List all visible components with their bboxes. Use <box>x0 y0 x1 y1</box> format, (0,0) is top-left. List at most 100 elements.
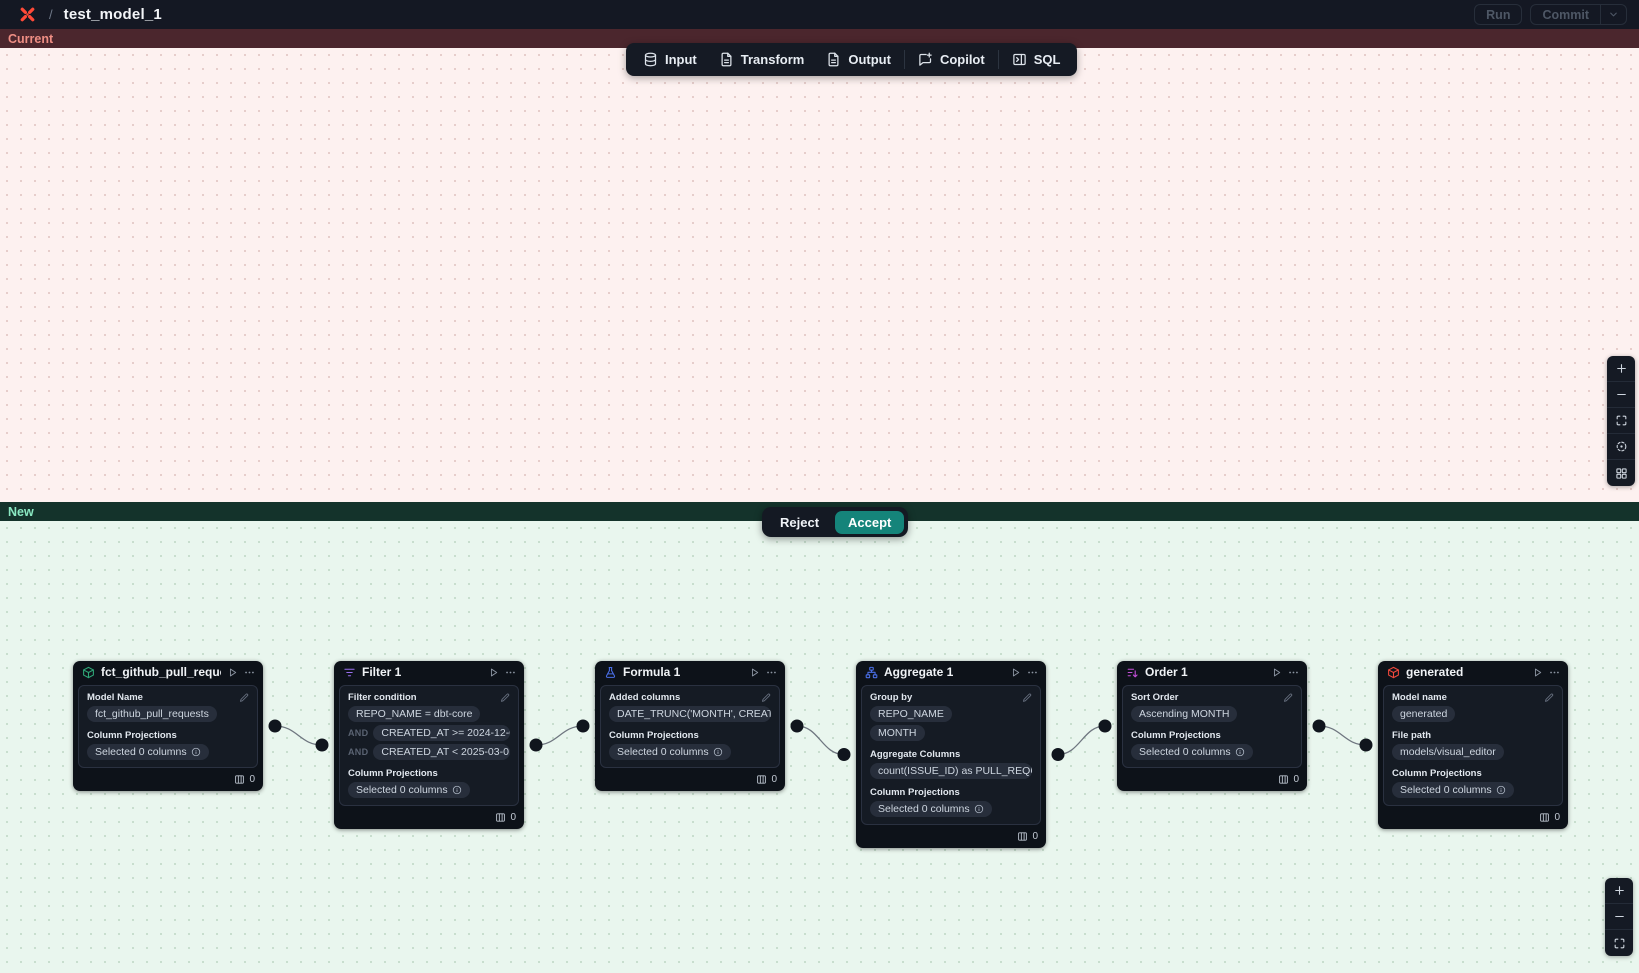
run-button[interactable]: Run <box>1474 4 1522 25</box>
zoom-out-icon <box>1615 388 1628 401</box>
value-pill: MONTH <box>870 725 925 741</box>
info-icon <box>713 747 723 757</box>
node-body: Sort OrderAscending MONTHColumn Projecti… <box>1122 685 1302 768</box>
node-field: File pathmodels/visual_editor <box>1392 730 1554 760</box>
value-pill: fct_github_pull_requests <box>87 706 217 722</box>
toolbar-input-button[interactable]: Input <box>632 43 708 76</box>
node-aggregate_1[interactable]: Aggregate 1Group byREPO_NAMEMONTHAggrega… <box>856 661 1046 848</box>
zoom-in-button[interactable] <box>1605 878 1633 904</box>
toolbar-output-button[interactable]: Output <box>815 43 902 76</box>
field-row: Selected 0 columns <box>609 744 771 760</box>
node-header[interactable]: fct_github_pull_requests <box>73 661 263 683</box>
column-count: 0 <box>771 774 777 785</box>
accept-button[interactable]: Accept <box>835 511 904 534</box>
toolbar-transform-button[interactable]: Transform <box>708 43 816 76</box>
info-icon <box>191 747 201 757</box>
node-header[interactable]: generated <box>1378 661 1568 683</box>
node-fct_github_pull_requests[interactable]: fct_github_pull_requests Model Name fct_gi… <box>73 661 263 791</box>
field-row: Selected 0 columns <box>1392 782 1554 798</box>
field-label: Aggregate Columns <box>870 749 1032 760</box>
node-header[interactable]: Filter 1 <box>334 661 524 683</box>
columns-icon <box>495 812 506 823</box>
fit-view-button[interactable] <box>1607 408 1635 434</box>
field-row: fct_github_pull_requests <box>87 706 249 722</box>
node-body: Model namegeneratedFile pathmodels/visua… <box>1383 685 1563 806</box>
field-label: Filter condition <box>348 692 510 703</box>
field-label: Column Projections <box>348 768 510 779</box>
value-pill: REPO_NAME <box>870 706 952 722</box>
node-field: Column ProjectionsSelected 0 columns <box>870 787 1032 817</box>
reject-button[interactable]: Reject <box>768 515 831 530</box>
edit-icon[interactable] <box>239 693 249 703</box>
zoom-out-button[interactable] <box>1607 382 1635 408</box>
sort-icon <box>1126 666 1139 679</box>
field-row: MONTH <box>870 725 1032 741</box>
value-pill: Selected 0 columns <box>870 801 992 817</box>
commit-button[interactable]: Commit <box>1530 4 1627 25</box>
breadcrumb-separator: / <box>49 7 53 22</box>
toolbar-copilot-button[interactable]: Copilot <box>907 43 996 76</box>
node-menu-icon[interactable] <box>505 667 516 678</box>
current-canvas[interactable]: InputTransformOutputCopilotSQL <box>0 48 1639 502</box>
edit-icon[interactable] <box>1283 693 1293 703</box>
toolbar-item-label: Transform <box>741 52 805 67</box>
panel-icon <box>1012 52 1027 67</box>
node-footer: 0 <box>856 825 1046 848</box>
auto-layout-icon <box>1615 467 1628 480</box>
field-label: Model name <box>1392 692 1554 703</box>
node-order_1[interactable]: Order 1Sort OrderAscending MONTHColumn P… <box>1117 661 1307 791</box>
toolbar-item-label: Input <box>665 52 697 67</box>
field-label: Added columns <box>609 692 771 703</box>
zoom-out-icon <box>1613 910 1626 923</box>
node-menu-icon[interactable] <box>244 667 255 678</box>
edit-icon[interactable] <box>500 693 510 703</box>
new-canvas[interactable]: fct_github_pull_requests Model Name fct_gi… <box>0 521 1639 973</box>
node-footer: 0 <box>334 806 524 829</box>
commit-dropdown-button[interactable] <box>1600 5 1626 24</box>
commit-label: Commit <box>1531 8 1600 22</box>
columns-icon <box>1278 774 1289 785</box>
run-node-icon[interactable] <box>1271 667 1282 678</box>
node-menu-icon[interactable] <box>1288 667 1299 678</box>
node-filter_1[interactable]: Filter 1Filter conditionREPO_NAME = dbt-… <box>334 661 524 829</box>
auto-layout-button[interactable] <box>1607 460 1635 486</box>
node-header[interactable]: Formula 1 <box>595 661 785 683</box>
edit-icon[interactable] <box>1544 693 1554 703</box>
node-menu-icon[interactable] <box>1027 667 1038 678</box>
file-text-icon <box>826 52 841 67</box>
run-node-icon[interactable] <box>1010 667 1021 678</box>
field-label: File path <box>1392 730 1554 741</box>
node-header[interactable]: Aggregate 1 <box>856 661 1046 683</box>
run-node-icon[interactable] <box>749 667 760 678</box>
edit-icon[interactable] <box>1022 693 1032 703</box>
toolbar-item-label: SQL <box>1034 52 1061 67</box>
value-pill: count(ISSUE_ID) as PULL_REQUEST_… <box>870 763 1032 779</box>
field-row: REPO_NAME <box>870 706 1032 722</box>
node-menu-icon[interactable] <box>766 667 777 678</box>
zoom-out-button[interactable] <box>1605 904 1633 930</box>
focus-button[interactable] <box>1607 434 1635 460</box>
node-footer: 0 <box>595 768 785 791</box>
node-header[interactable]: Order 1 <box>1117 661 1307 683</box>
current-canvas-controls <box>1607 356 1635 486</box>
zoom-in-icon <box>1613 884 1626 897</box>
field-label: Column Projections <box>1392 768 1554 779</box>
run-node-icon[interactable] <box>1532 667 1543 678</box>
value-pill: DATE_TRUNC('MONTH', CREATED_AT… <box>609 706 771 722</box>
zoom-in-button[interactable] <box>1607 356 1635 382</box>
sitemap-icon <box>865 666 878 679</box>
node-generated[interactable]: generatedModel namegeneratedFile pathmod… <box>1378 661 1568 829</box>
run-node-icon[interactable] <box>488 667 499 678</box>
info-icon <box>974 804 984 814</box>
field-label: Model Name <box>87 692 249 703</box>
info-icon <box>1496 785 1506 795</box>
toolbar-sql-button[interactable]: SQL <box>1001 43 1072 76</box>
fit-view-button[interactable] <box>1605 930 1633 956</box>
node-formula_1[interactable]: Formula 1 Added columns DATE_TRUNC('MONTH'… <box>595 661 785 791</box>
toolbar-item-label: Copilot <box>940 52 985 67</box>
dbt-logo-icon <box>18 6 36 24</box>
edit-icon[interactable] <box>761 693 771 703</box>
node-menu-icon[interactable] <box>1549 667 1560 678</box>
filter-icon <box>343 666 356 679</box>
run-node-icon[interactable] <box>227 667 238 678</box>
